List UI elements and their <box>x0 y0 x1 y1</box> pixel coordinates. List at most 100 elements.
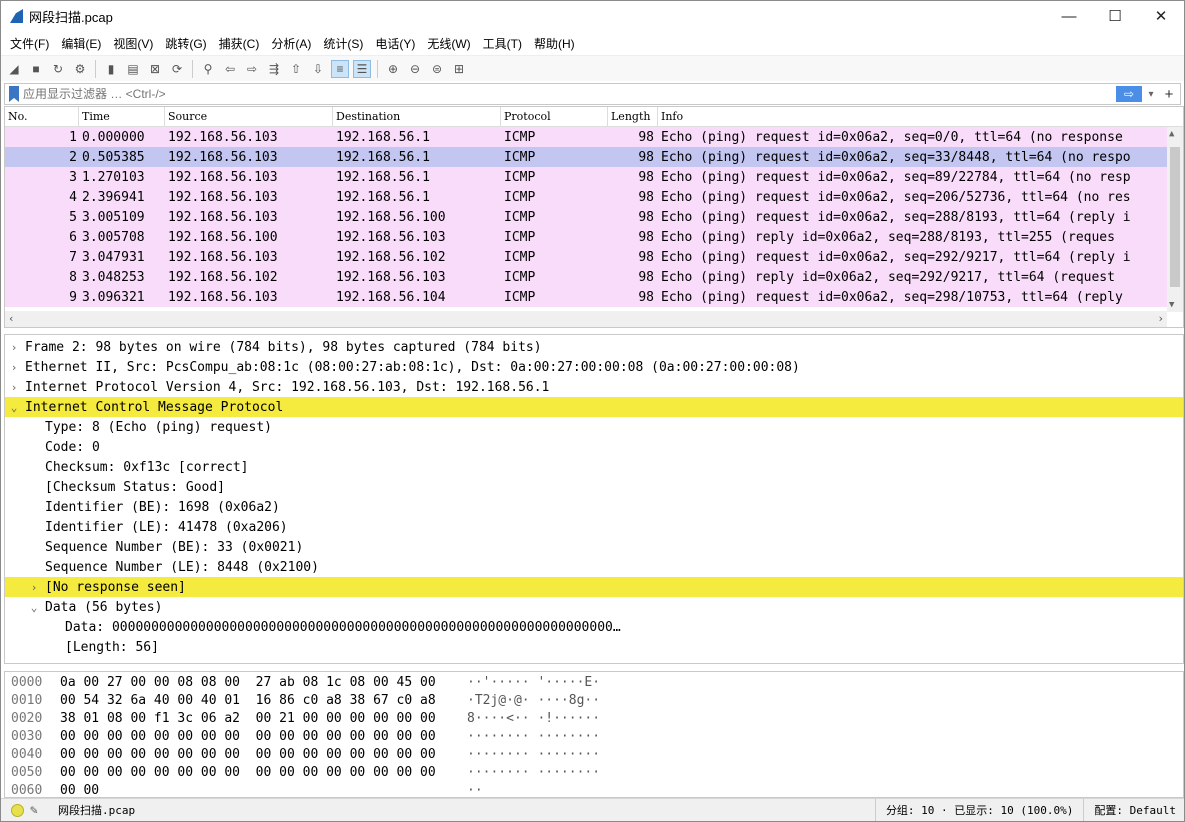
menu-view[interactable]: 视图(V) <box>107 35 159 52</box>
menu-go[interactable]: 跳转(G) <box>159 35 212 52</box>
close-file-icon[interactable]: ⊠ <box>146 60 164 78</box>
zoom-out-icon[interactable]: ⊖ <box>406 60 424 78</box>
collapse-arrow-icon[interactable]: ⌄ <box>5 401 23 414</box>
packet-row[interactable]: 9 3.096321 192.168.56.103 192.168.56.104 ICM… <box>5 287 1183 307</box>
menu-help[interactable]: 帮助(H) <box>528 35 581 52</box>
menu-analyze[interactable]: 分析(A) <box>265 35 317 52</box>
scroll-right-icon[interactable]: › <box>1157 312 1164 325</box>
colorize-icon[interactable]: ☰ <box>353 59 371 78</box>
capture-options-icon[interactable]: ⚙ <box>71 60 89 78</box>
packet-list-horizontal-scrollbar[interactable]: ‹ › <box>5 311 1167 327</box>
column-length[interactable]: Length <box>608 107 658 126</box>
bytes-row[interactable]: 0010 00 54 32 6a 40 00 40 01 16 86 c0 a8 … <box>5 691 1183 709</box>
expert-info-icon[interactable] <box>11 803 24 817</box>
packet-bytes-pane: 0000 0a 00 27 00 00 08 08 00 27 ab 08 1c … <box>4 671 1184 798</box>
detail-row[interactable]: Type: 8 (Echo (ping) request) <box>5 417 1183 437</box>
bytes-row[interactable]: 0000 0a 00 27 00 00 08 08 00 27 ab 08 1c … <box>5 673 1183 691</box>
status-profile[interactable]: 配置: Default <box>1083 798 1184 821</box>
reload-file-icon[interactable]: ⟳ <box>168 60 186 78</box>
scroll-left-icon[interactable]: ‹ <box>8 312 15 325</box>
detail-row[interactable]: › [No response seen] <box>5 577 1183 597</box>
packet-row[interactable]: 1 0.000000 192.168.56.103 192.168.56.1 ICMP 9… <box>5 127 1183 147</box>
bytes-row[interactable]: 0040 00 00 00 00 00 00 00 00 00 00 00 00 … <box>5 745 1183 763</box>
detail-row[interactable]: Checksum: 0xf13c [correct] <box>5 457 1183 477</box>
detail-row[interactable]: [Length: 56] <box>5 637 1183 657</box>
column-destination[interactable]: Destination <box>333 107 501 126</box>
packet-row[interactable]: 6 3.005708 192.168.56.100 192.168.56.103 ICM… <box>5 227 1183 247</box>
menu-bar: 文件(F) 编辑(E) 视图(V) 跳转(G) 捕获(C) 分析(A) 统计(S… <box>1 31 1184 55</box>
detail-row[interactable]: Sequence Number (BE): 33 (0x0021) <box>5 537 1183 557</box>
save-file-icon[interactable]: ▤ <box>124 60 142 78</box>
stop-capture-icon[interactable]: ■ <box>27 60 45 78</box>
expand-arrow-icon[interactable]: › <box>5 381 23 394</box>
expand-arrow-icon[interactable]: › <box>25 581 43 594</box>
find-packet-icon[interactable]: ⚲ <box>199 60 217 78</box>
start-capture-icon[interactable]: ◢ <box>5 60 23 78</box>
apply-filter-button[interactable]: ⇨ <box>1116 86 1142 102</box>
collapse-arrow-icon[interactable]: ⌄ <box>25 601 43 614</box>
normal-size-icon[interactable]: ⊜ <box>428 60 446 78</box>
packet-row[interactable]: 4 2.396941 192.168.56.103 192.168.56.1 ICMP 9… <box>5 187 1183 207</box>
go-back-icon[interactable]: ⇦ <box>221 60 239 78</box>
filter-bookmark-icon[interactable] <box>9 86 19 102</box>
cell-no: 1 <box>69 129 77 145</box>
menu-telephony[interactable]: 电话(Y) <box>369 35 421 52</box>
auto-scroll-icon[interactable]: ≡ <box>331 59 349 78</box>
bytes-row[interactable]: 0050 00 00 00 00 00 00 00 00 00 00 00 00 … <box>5 763 1183 781</box>
detail-row[interactable]: ⌄ Data (56 bytes) <box>5 597 1183 617</box>
detail-row[interactable]: Identifier (LE): 41478 (0xa206) <box>5 517 1183 537</box>
filter-dropdown-button[interactable]: ▾ <box>1144 89 1158 100</box>
menu-file[interactable]: 文件(F) <box>4 35 55 52</box>
scrollbar-thumb[interactable] <box>1170 147 1180 287</box>
scroll-down-icon[interactable]: ▼ <box>1169 300 1174 310</box>
menu-edit[interactable]: 编辑(E) <box>55 35 107 52</box>
minimize-button[interactable]: — <box>1046 1 1092 31</box>
menu-statistics[interactable]: 统计(S) <box>317 35 369 52</box>
detail-row[interactable]: Identifier (BE): 1698 (0x06a2) <box>5 497 1183 517</box>
detail-row[interactable]: Data: 0000000000000000000000000000000000… <box>5 617 1183 637</box>
packet-row[interactable]: 7 3.047931 192.168.56.103 192.168.56.102 ICM… <box>5 247 1183 267</box>
packet-row[interactable]: 5 3.005109 192.168.56.103 192.168.56.100 ICM… <box>5 207 1183 227</box>
column-protocol[interactable]: Protocol <box>501 107 608 126</box>
bytes-row[interactable]: 0060 00 00 ·· <box>5 781 1183 798</box>
maximize-button[interactable]: ☐ <box>1092 1 1138 31</box>
first-packet-icon[interactable]: ⇧ <box>287 60 305 78</box>
scroll-up-icon[interactable]: ▲ <box>1169 129 1174 139</box>
column-info[interactable]: Info <box>658 107 1142 126</box>
detail-row[interactable]: [Checksum Status: Good] <box>5 477 1183 497</box>
bytes-row[interactable]: 0030 00 00 00 00 00 00 00 00 00 00 00 00 … <box>5 727 1183 745</box>
zoom-in-icon[interactable]: ⊕ <box>384 60 402 78</box>
bytes-row[interactable]: 0020 38 01 08 00 f1 3c 06 a2 00 21 00 00 … <box>5 709 1183 727</box>
detail-row[interactable]: › Frame 2: 98 bytes on wire (784 bits), 9… <box>5 337 1183 357</box>
display-filter-input[interactable] <box>23 87 1116 101</box>
packet-row[interactable]: 3 1.270103 192.168.56.103 192.168.56.1 ICMP 9… <box>5 167 1183 187</box>
column-no[interactable]: No. <box>5 107 79 126</box>
go-forward-icon[interactable]: ⇨ <box>243 60 261 78</box>
cell-time: 1.270103 <box>82 169 145 185</box>
open-file-icon[interactable]: ▮ <box>102 60 120 78</box>
last-packet-icon[interactable]: ⇩ <box>309 60 327 78</box>
detail-row[interactable]: Code: 0 <box>5 437 1183 457</box>
resize-columns-icon[interactable]: ⊞ <box>450 60 468 78</box>
cell-dst: 192.168.56.104 <box>336 289 446 305</box>
detail-row[interactable]: Sequence Number (LE): 8448 (0x2100) <box>5 557 1183 577</box>
restart-capture-icon[interactable]: ↻ <box>49 60 67 78</box>
menu-capture[interactable]: 捕获(C) <box>213 35 266 52</box>
column-source[interactable]: Source <box>165 107 333 126</box>
add-filter-button[interactable]: + <box>1158 86 1180 103</box>
go-to-packet-icon[interactable]: ⇶ <box>265 60 283 78</box>
detail-row[interactable]: › Internet Protocol Version 4, Src: 192.1… <box>5 377 1183 397</box>
menu-tools[interactable]: 工具(T) <box>477 35 528 52</box>
capture-comment-icon[interactable]: ✎ <box>30 803 46 818</box>
expand-arrow-icon[interactable]: › <box>5 341 23 354</box>
packet-row[interactable]: 2 0.505385 192.168.56.103 192.168.56.1 ICMP 9… <box>5 147 1183 167</box>
detail-row[interactable]: ⌄ Internet Control Message Protocol <box>5 397 1183 417</box>
expand-arrow-icon[interactable]: › <box>5 361 23 374</box>
cell-proto: ICMP <box>504 189 536 205</box>
packet-row[interactable]: 8 3.048253 192.168.56.102 192.168.56.103 ICM… <box>5 267 1183 287</box>
menu-wireless[interactable]: 无线(W) <box>421 35 476 52</box>
close-button[interactable]: ✕ <box>1138 1 1184 31</box>
detail-row[interactable]: › Ethernet II, Src: PcsCompu_ab:08:1c (08… <box>5 357 1183 377</box>
packet-list-vertical-scrollbar[interactable]: ▲ ▼ <box>1167 127 1183 312</box>
column-time[interactable]: Time <box>79 107 165 126</box>
